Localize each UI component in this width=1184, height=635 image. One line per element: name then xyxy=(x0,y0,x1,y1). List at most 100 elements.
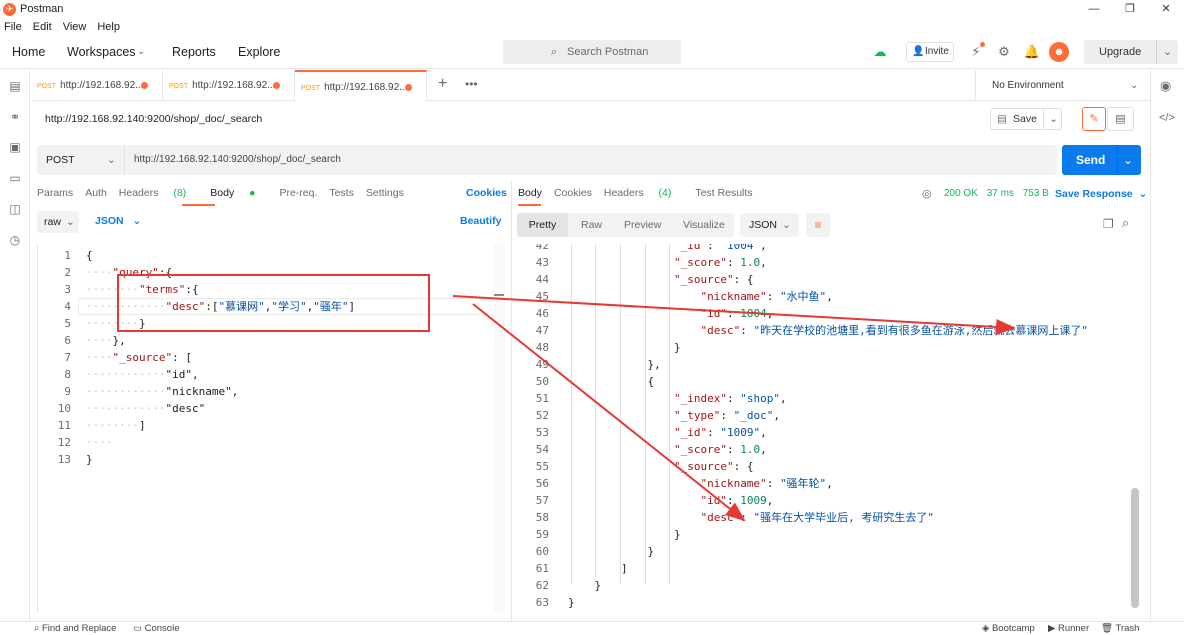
tab-prereq[interactable]: Pre-req. xyxy=(279,187,317,199)
code-text: ········] xyxy=(86,419,146,432)
response-time[interactable]: 37 ms xyxy=(987,188,1014,199)
editor-line[interactable]: 8 ············"id", xyxy=(38,366,498,383)
environment-select[interactable]: No Environment ⌄ xyxy=(975,70,1150,101)
cookies-link[interactable]: Cookies xyxy=(466,187,507,199)
search-input[interactable]: ⌕ Search Postman xyxy=(503,40,681,64)
editor-minimap[interactable] xyxy=(493,244,505,613)
editor-line[interactable]: 12 ···· xyxy=(38,434,498,451)
save-button[interactable]: ▤ Save ⌄ xyxy=(990,108,1062,130)
tab-auth[interactable]: Auth xyxy=(85,187,107,199)
editor-line[interactable]: 13} xyxy=(38,451,498,468)
resp-tab-cookies[interactable]: Cookies xyxy=(554,187,592,199)
tab-bar: POST http://192.168.92... POST http://192.… xyxy=(31,70,975,101)
chevron-down-icon[interactable]: ⌄ xyxy=(1156,40,1178,64)
runner-button[interactable]: ▶ Runner xyxy=(1048,623,1089,634)
menu-view[interactable]: View xyxy=(63,21,87,33)
visualize-button[interactable]: Visualize xyxy=(683,213,725,237)
body-lang-select[interactable]: JSON ⌄ xyxy=(95,215,141,227)
chevron-down-icon[interactable]: ⌄ xyxy=(1123,145,1133,175)
method-select[interactable]: POST ⌄ xyxy=(37,145,125,175)
bootcamp-button[interactable]: ◈ Bootcamp xyxy=(982,623,1035,634)
window-title: Postman xyxy=(20,3,64,15)
menu-file[interactable]: File xyxy=(4,21,22,33)
invite-button[interactable]: 👤 Invite xyxy=(906,42,954,62)
monitors-icon[interactable]: ◫ xyxy=(8,202,22,216)
nav-workspaces[interactable]: Workspaces xyxy=(67,45,136,59)
tab-params[interactable]: Params xyxy=(37,187,73,199)
resp-tab-body[interactable]: Body xyxy=(518,187,542,199)
resp-tab-tests[interactable]: Test Results xyxy=(695,187,752,199)
request-tab-active[interactable]: POST http://192.168.92... xyxy=(295,70,427,101)
tab-body[interactable]: Body ● xyxy=(210,187,267,199)
menu-help[interactable]: Help xyxy=(97,21,120,33)
send-button[interactable]: Send ⌄ xyxy=(1062,145,1141,175)
resp-tab-headers[interactable]: Headers (4) xyxy=(604,187,683,199)
gear-icon[interactable]: ⚙ xyxy=(993,41,1015,63)
upgrade-button[interactable]: Upgrade ⌄ xyxy=(1084,40,1178,64)
response-lang-label: JSON xyxy=(749,219,778,231)
chevron-down-icon[interactable]: ⌄ xyxy=(1043,109,1063,129)
environments-icon[interactable]: ▣ xyxy=(8,140,22,154)
edit-pencil-icon[interactable]: ✎ xyxy=(1082,107,1106,131)
sync-cloud-icon[interactable]: ☁ xyxy=(869,41,891,63)
response-scroll-thumb[interactable] xyxy=(1131,488,1139,608)
editor-line[interactable]: 6 ····}, xyxy=(38,332,498,349)
beautify-link[interactable]: Beautify xyxy=(460,215,501,227)
response-line-number: 43 xyxy=(535,256,549,269)
console-button[interactable]: ▭ Console xyxy=(133,623,179,634)
editor-line[interactable]: 9 ············"nickname", xyxy=(38,383,498,400)
bell-icon[interactable]: 🔔 xyxy=(1021,41,1043,63)
editor-line[interactable]: 11 ········] xyxy=(38,417,498,434)
nav-reports[interactable]: Reports xyxy=(172,45,216,59)
nav-home[interactable]: Home xyxy=(12,45,45,59)
globe-icon[interactable]: ◎ xyxy=(922,187,932,200)
tab-headers[interactable]: Headers (8) xyxy=(119,187,198,199)
search-icon[interactable]: ⌕ xyxy=(1122,215,1129,231)
wrap-lines-icon[interactable]: ≡ xyxy=(806,213,830,237)
tab-tests[interactable]: Tests xyxy=(329,187,354,199)
response-body-viewer[interactable]: 42 "_id": "1004", 43 "_score": 1.0, 44 "_s… xyxy=(513,244,1133,613)
close-button[interactable]: ✕ xyxy=(1148,0,1184,18)
response-code-text: "_source": { xyxy=(673,273,754,286)
pretty-button[interactable]: Pretty xyxy=(517,213,568,237)
raw-button[interactable]: Raw xyxy=(581,213,602,237)
documentation-icon[interactable]: ▤ xyxy=(1107,107,1134,131)
response-lang-select[interactable]: JSON ⌄ xyxy=(740,213,799,237)
code-icon[interactable]: </> xyxy=(1159,112,1175,124)
url-input[interactable]: http://192.168.92.140:9200/shop/_doc/_se… xyxy=(134,145,341,175)
editor-line[interactable]: 10 ············"desc" xyxy=(38,400,498,417)
preview-button[interactable]: Preview xyxy=(624,213,661,237)
find-replace-button[interactable]: ⌕ Find and Replace xyxy=(34,623,116,634)
nav-explore[interactable]: Explore xyxy=(238,45,280,59)
status-code[interactable]: 200 OK xyxy=(944,188,978,199)
copy-icon[interactable]: ❐ xyxy=(1103,217,1114,231)
response-line-number: 44 xyxy=(535,273,549,286)
request-tab[interactable]: POST http://192.168.92... xyxy=(31,70,163,101)
editor-line[interactable]: 1{ xyxy=(38,247,498,264)
editor-line[interactable]: 7 ····"_source": [ xyxy=(38,349,498,366)
trash-button[interactable]: 🗑 Trash xyxy=(1101,623,1139,634)
plus-icon[interactable]: + xyxy=(438,75,447,93)
response-code-text: } xyxy=(568,528,681,541)
more-tabs-icon[interactable]: ••• xyxy=(465,77,478,91)
apis-icon[interactable]: ⚭ xyxy=(8,110,22,124)
collections-icon[interactable]: ▤ xyxy=(8,79,22,93)
chevron-down-icon[interactable]: ⌄ xyxy=(137,46,145,57)
save-response-button[interactable]: Save Response ⌄ xyxy=(1055,188,1147,200)
mock-servers-icon[interactable]: ▭ xyxy=(8,171,22,185)
request-tab[interactable]: POST http://192.168.92... xyxy=(163,70,295,101)
menu-edit[interactable]: Edit xyxy=(33,21,52,33)
response-code-text: "_score": 1.0, xyxy=(673,256,767,269)
menu-bar: File Edit View Help xyxy=(0,18,1184,35)
response-code-text: "_id": "1004", xyxy=(673,244,767,252)
eye-icon[interactable]: ◉ xyxy=(1160,78,1171,94)
pane-divider[interactable] xyxy=(511,180,512,622)
response-size[interactable]: 753 B xyxy=(1023,188,1049,199)
tab-settings[interactable]: Settings xyxy=(366,187,404,199)
maximize-button[interactable]: ❐ xyxy=(1112,0,1148,18)
body-mode-select[interactable]: raw ⌄ xyxy=(37,211,79,233)
search-icon: ⌕ xyxy=(551,46,558,58)
history-icon[interactable]: ◷ xyxy=(8,233,22,247)
minimize-button[interactable]: — xyxy=(1076,0,1112,18)
avatar[interactable]: ☻ xyxy=(1049,42,1069,62)
